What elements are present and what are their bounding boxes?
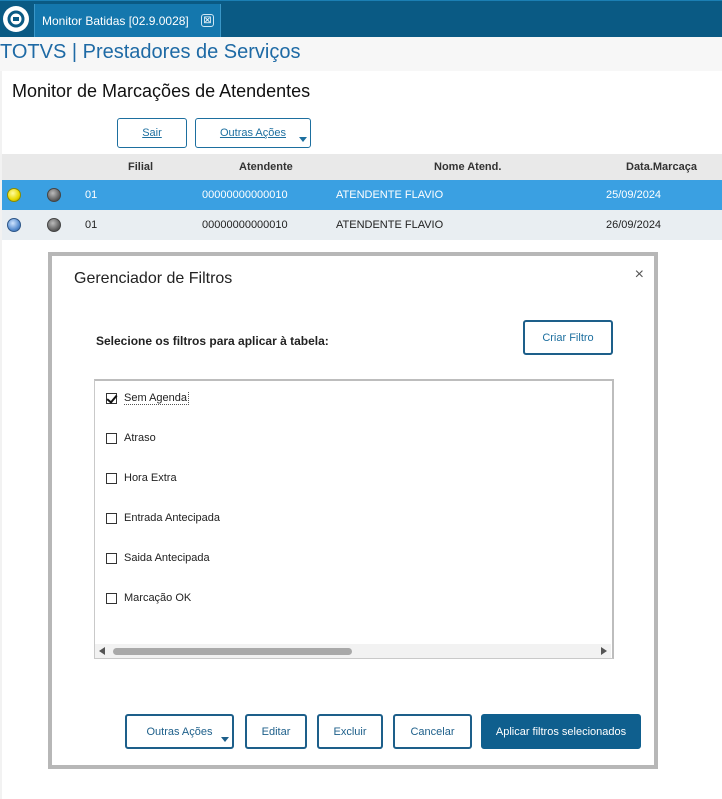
scroll-left-icon[interactable]: [99, 647, 105, 655]
filter-item-hora-extra[interactable]: Hora Extra: [106, 469, 177, 487]
filter-label: Hora Extra: [124, 472, 177, 484]
status-gray-icon: [47, 188, 61, 202]
table-row[interactable]: 01 00000000000010 ATENDENTE FLAVIO 26/09…: [2, 210, 722, 240]
scroll-right-icon[interactable]: [601, 647, 607, 655]
checkbox[interactable]: [106, 472, 117, 484]
grid-header: Filial Atendente Nome Atend. Data.Marcaç…: [2, 154, 722, 180]
filter-label: Atraso: [124, 432, 156, 444]
totvs-logo-icon[interactable]: [3, 6, 29, 32]
filter-item-entrada-antecipada[interactable]: Entrada Antecipada: [106, 509, 220, 527]
outras-acoes-label: Outras Ações: [219, 127, 287, 139]
checkbox[interactable]: [106, 552, 117, 564]
tab-close-icon[interactable]: ⊠: [201, 14, 214, 27]
cell-filial: 01: [85, 189, 98, 201]
column-header-nome[interactable]: Nome Atend.: [434, 161, 501, 173]
cell-atendente: 00000000000010: [202, 189, 288, 201]
filter-item-marcacao-ok[interactable]: Marcação OK: [106, 589, 191, 607]
filter-label: Saida Antecipada: [124, 552, 210, 564]
tab-label: Monitor Batidas [02.9.0028]: [42, 14, 189, 28]
column-header-data[interactable]: Data.Marcaça: [626, 161, 697, 173]
cell-data: 25/09/2024: [606, 189, 662, 201]
cancelar-button[interactable]: Cancelar: [393, 714, 472, 749]
status-gray-icon: [47, 218, 61, 232]
filter-manager-dialog: Gerenciador de Filtros × Selecione os fi…: [48, 252, 658, 769]
checkbox[interactable]: [106, 592, 117, 604]
close-icon[interactable]: ×: [635, 266, 644, 284]
status-blue-icon: [7, 218, 21, 232]
app-title-bar: TOTVS | Prestadores de Serviços: [0, 37, 722, 71]
tab-monitor-batidas[interactable]: Monitor Batidas [02.9.0028] ⊠: [34, 4, 221, 38]
checkbox-checked[interactable]: [106, 392, 117, 404]
criar-filtro-button[interactable]: Criar Filtro: [523, 320, 613, 355]
filter-label: Sem Agenda: [124, 391, 189, 405]
filter-list: Sem Agenda Atraso Hora Extra Entrada Ant…: [94, 379, 614, 659]
checkbox[interactable]: [106, 512, 117, 524]
caret-down-icon: [221, 737, 229, 742]
caret-down-icon: [299, 137, 307, 142]
column-header-atendente[interactable]: Atendente: [239, 161, 293, 173]
cell-atendente: 00000000000010: [202, 219, 288, 231]
filter-item-atraso[interactable]: Atraso: [106, 429, 156, 447]
dialog-title: Gerenciador de Filtros: [74, 270, 233, 287]
filter-label: Marcação OK: [124, 592, 192, 604]
filter-label: Entrada Antecipada: [124, 512, 221, 524]
dialog-outras-acoes-button[interactable]: Outras Ações: [125, 714, 234, 749]
cell-nome: ATENDENTE FLAVIO: [336, 219, 444, 231]
outras-acoes-button[interactable]: Outras Ações: [195, 118, 311, 148]
app-title: TOTVS | Prestadores de Serviços: [0, 41, 301, 63]
aplicar-filtros-button[interactable]: Aplicar filtros selecionados: [481, 714, 641, 749]
filter-item-sem-agenda[interactable]: Sem Agenda: [106, 389, 189, 407]
filter-item-saida-antecipada[interactable]: Saida Antecipada: [106, 549, 210, 567]
column-header-filial[interactable]: Filial: [128, 161, 153, 173]
editar-button[interactable]: Editar: [245, 714, 307, 749]
horizontal-scrollbar[interactable]: [95, 644, 611, 658]
checkbox[interactable]: [106, 432, 117, 444]
page-title: Monitor de Marcações de Atendentes: [12, 81, 311, 101]
cell-filial: 01: [85, 219, 98, 231]
top-tab-bar: Monitor Batidas [02.9.0028] ⊠: [0, 0, 722, 38]
sair-button[interactable]: Sair: [117, 118, 187, 148]
filter-prompt: Selecione os filtros para aplicar à tabe…: [96, 334, 329, 348]
excluir-button[interactable]: Excluir: [317, 714, 383, 749]
cell-nome: ATENDENTE FLAVIO: [336, 189, 444, 201]
status-yellow-icon: [7, 188, 21, 202]
table-row[interactable]: 01 00000000000010 ATENDENTE FLAVIO 25/09…: [2, 180, 722, 210]
scrollbar-thumb[interactable]: [113, 648, 352, 655]
cell-data: 26/09/2024: [606, 219, 662, 231]
outras-acoes-label: Outras Ações: [146, 725, 213, 738]
